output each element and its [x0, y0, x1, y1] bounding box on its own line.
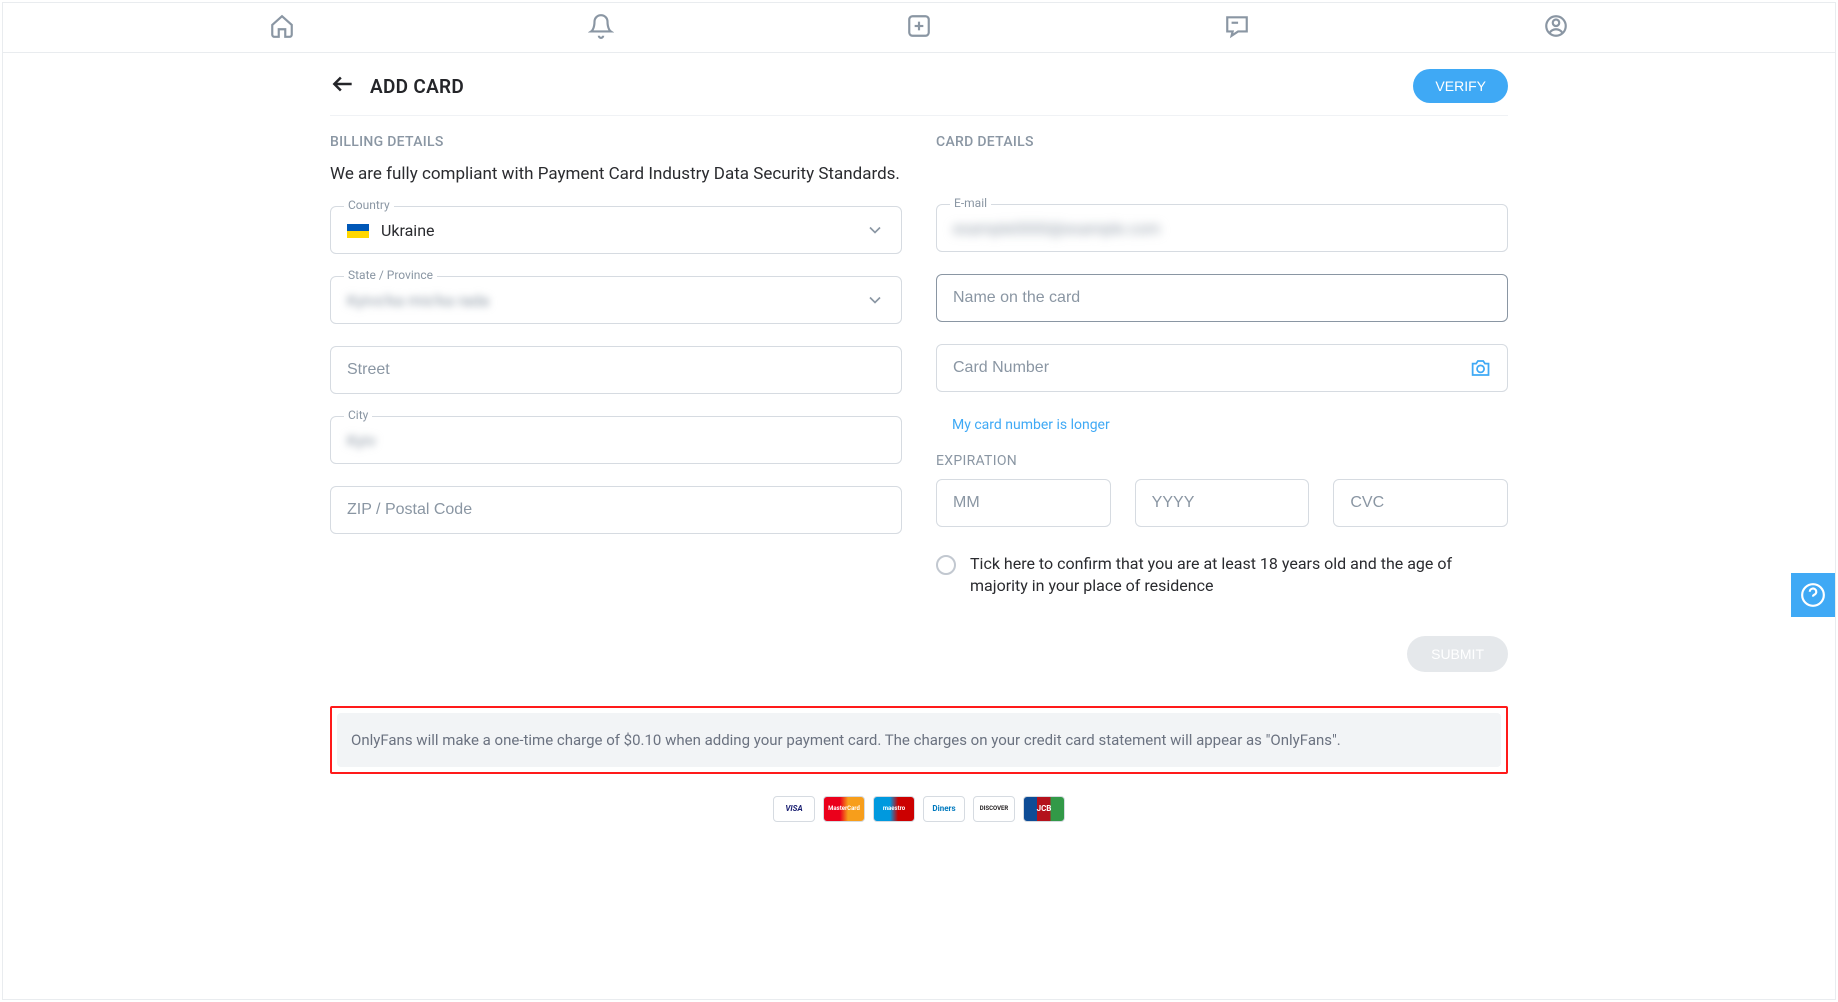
mm-field[interactable] — [936, 479, 1111, 527]
profile-icon[interactable] — [1543, 13, 1569, 43]
card-name-input[interactable] — [953, 289, 1491, 307]
yyyy-field[interactable] — [1135, 479, 1310, 527]
yyyy-input[interactable] — [1152, 494, 1293, 512]
city-label: City — [344, 408, 372, 422]
zip-field[interactable] — [330, 486, 902, 534]
email-label: E-mail — [950, 196, 991, 210]
longer-card-link[interactable]: My card number is longer — [936, 417, 1110, 433]
diners-logo: Diners — [923, 796, 965, 822]
zip-input[interactable] — [347, 501, 885, 519]
page-title: ADD CARD — [370, 75, 464, 98]
age-confirm-checkbox[interactable] — [936, 555, 956, 575]
verify-button[interactable]: VERIFY — [1413, 69, 1508, 103]
mastercard-logo: MasterCard — [823, 796, 865, 822]
discover-logo: DISCOVER — [973, 796, 1015, 822]
country-value: Ukraine — [381, 221, 435, 240]
email-field[interactable]: E-mail example0000@example.com — [936, 204, 1508, 252]
flag-ukraine-icon — [347, 224, 369, 238]
compliance-text: We are fully compliant with Payment Card… — [330, 164, 902, 184]
help-icon — [1800, 582, 1826, 608]
street-field[interactable] — [330, 346, 902, 394]
card-number-field[interactable] — [936, 344, 1508, 392]
card-heading: CARD DETAILS — [936, 134, 1508, 150]
card-brand-logos: VISA MasterCard maestro Diners DISCOVER … — [330, 796, 1508, 826]
help-button[interactable] — [1791, 573, 1835, 617]
state-label: State / Province — [344, 268, 437, 282]
billing-heading: BILLING DETAILS — [330, 134, 902, 150]
bell-icon[interactable] — [588, 13, 614, 43]
cvc-input[interactable] — [1350, 494, 1491, 512]
card-name-field[interactable] — [936, 274, 1508, 322]
message-icon[interactable] — [1224, 13, 1250, 43]
state-value: Kyivs'ka mis'ka rada — [347, 291, 489, 310]
mm-input[interactable] — [953, 494, 1094, 512]
cvc-field[interactable] — [1333, 479, 1508, 527]
card-column: CARD DETAILS E-mail example0000@example.… — [936, 134, 1508, 672]
plus-icon[interactable] — [906, 13, 932, 43]
billing-column: BILLING DETAILS We are fully compliant w… — [330, 134, 902, 672]
age-confirm-text: Tick here to confirm that you are at lea… — [970, 553, 1508, 598]
notice-text: OnlyFans will make a one-time charge of … — [337, 713, 1501, 767]
maestro-logo: maestro — [873, 796, 915, 822]
jcb-logo: JCB — [1023, 796, 1065, 822]
country-field[interactable]: Country Ukraine — [330, 206, 902, 254]
chevron-down-icon — [865, 220, 885, 240]
camera-icon[interactable] — [1470, 357, 1491, 379]
expiration-label: EXPIRATION — [936, 453, 1508, 469]
back-arrow-icon[interactable] — [330, 71, 356, 101]
home-icon[interactable] — [269, 13, 295, 43]
top-navigation — [3, 3, 1835, 53]
card-number-input[interactable] — [953, 359, 1470, 377]
submit-button[interactable]: SUBMIT — [1407, 636, 1508, 672]
page-header: ADD CARD VERIFY — [330, 53, 1508, 116]
chevron-down-icon — [865, 290, 885, 310]
city-value: Kyiv — [347, 431, 376, 450]
street-input[interactable] — [347, 361, 885, 379]
city-field[interactable]: City Kyiv — [330, 416, 902, 464]
email-value: example0000@example.com — [953, 219, 1160, 238]
notice-highlight: OnlyFans will make a one-time charge of … — [330, 706, 1508, 774]
state-field[interactable]: State / Province Kyivs'ka mis'ka rada — [330, 276, 902, 324]
country-label: Country — [344, 198, 394, 212]
visa-logo: VISA — [773, 796, 815, 822]
